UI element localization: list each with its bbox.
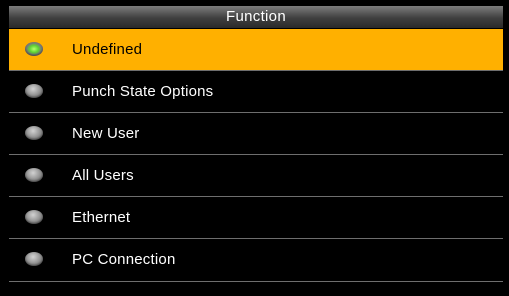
menu-item-label: Ethernet — [72, 209, 131, 226]
menu-item-undefined[interactable]: Undefined — [9, 29, 503, 71]
menu-item-label: All Users — [72, 167, 134, 184]
function-screen: Function Undefined Punch State Options N… — [0, 0, 509, 296]
radio-indicator-icon — [25, 84, 43, 98]
radio-indicator-icon — [25, 210, 43, 224]
radio-indicator-icon — [25, 42, 43, 56]
menu-item-label: Punch State Options — [72, 83, 214, 100]
page-title: Function — [9, 6, 503, 28]
menu-item-all-users[interactable]: All Users — [9, 155, 503, 197]
menu-item-punch-state-options[interactable]: Punch State Options — [9, 71, 503, 113]
function-menu: Undefined Punch State Options New User A… — [9, 29, 503, 296]
radio-indicator-icon — [25, 168, 43, 182]
menu-item-label: New User — [72, 125, 140, 142]
menu-item-pc-connection[interactable]: PC Connection — [9, 239, 503, 282]
menu-item-label: PC Connection — [72, 251, 176, 268]
menu-item-ethernet[interactable]: Ethernet — [9, 197, 503, 239]
menu-item-label: Undefined — [72, 41, 143, 58]
radio-indicator-icon — [25, 126, 43, 140]
radio-indicator-icon — [25, 252, 43, 266]
menu-item-new-user[interactable]: New User — [9, 113, 503, 155]
